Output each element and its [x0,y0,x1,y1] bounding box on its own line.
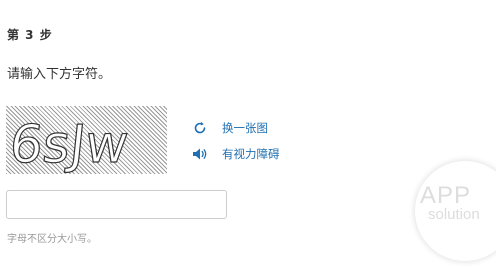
captcha-actions: 换一张图 有视力障碍 [192,118,280,170]
captcha-answer-input[interactable] [6,190,227,219]
instruction-text: 请输入下方字符。 [7,67,112,82]
refresh-captcha-button[interactable]: 换一张图 [192,118,280,138]
watermark-line-2: solution [428,206,480,223]
speaker-icon [192,146,208,162]
captcha-characters: 6sJw [6,115,131,174]
step-title: 第 3 步 [7,28,53,42]
case-insensitive-hint: 字母不区分大小写。 [7,234,97,245]
captcha-code: 6sJw [7,115,131,174]
captcha-step-page: 第 3 步 请输入下方字符。 6sJw 换一张图 有视力障碍 字母不区分大小写。… [0,0,496,268]
refresh-captcha-label: 换一张图 [222,121,268,135]
refresh-icon [192,120,208,136]
captcha-image: 6sJw [6,106,167,174]
audio-captcha-button[interactable]: 有视力障碍 [192,144,280,164]
audio-captcha-label: 有视力障碍 [222,147,280,161]
